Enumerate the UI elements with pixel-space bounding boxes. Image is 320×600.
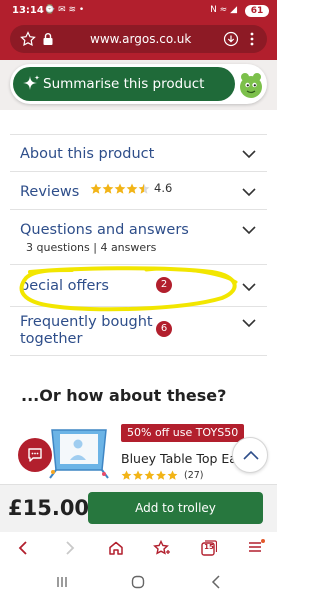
bookmarks-icon[interactable]: [153, 540, 171, 557]
chat-button[interactable]: [18, 438, 52, 472]
menu-icon[interactable]: [248, 540, 262, 554]
status-time: 13:14: [12, 5, 44, 16]
status-bar: 13:14 ⌚ ✉ ≋ • N ≈ ◢ 61: [0, 0, 277, 22]
chevron-down-icon: [242, 150, 256, 159]
system-nav: [0, 566, 277, 600]
scroll-to-top-button[interactable]: [232, 437, 268, 473]
product-price: £15.00: [8, 496, 90, 520]
fbt-count-badge: 6: [156, 321, 172, 337]
product-image[interactable]: [48, 424, 110, 480]
summarise-section: Summarise this product: [0, 60, 277, 110]
more-options-icon[interactable]: [245, 31, 259, 47]
chevron-down-icon: [242, 226, 256, 235]
url-text[interactable]: www.argos.co.uk: [90, 32, 191, 46]
chat-icon: [28, 448, 42, 462]
fbt-title-line1: Frequently bought: [20, 314, 153, 330]
accordion-about[interactable]: About this product: [10, 134, 267, 171]
back-icon[interactable]: [17, 540, 29, 556]
recommendations-heading: ...Or how about these?: [21, 386, 227, 405]
signal-icons: N ≈ ◢: [210, 5, 237, 15]
summarise-button[interactable]: Summarise this product: [13, 67, 235, 101]
reviews-title: Reviews: [20, 184, 80, 200]
notification-icons: ⌚ ✉ ≋ •: [44, 5, 85, 15]
bookmark-star-icon[interactable]: [20, 31, 36, 47]
browser-bottom-nav: 15: [0, 532, 277, 566]
chevron-down-icon: [242, 188, 256, 197]
mascot-icon: [240, 73, 262, 98]
chevron-up-icon: [243, 450, 259, 460]
reviews-rating: 4.6: [154, 181, 173, 195]
summarise-card: Summarise this product: [10, 64, 267, 104]
sparkle-icon: [23, 75, 40, 90]
about-title: About this product: [20, 146, 155, 162]
lock-icon[interactable]: [42, 32, 54, 46]
browser-chrome: 13:14 ⌚ ✉ ≋ • N ≈ ◢ 61 www.argos.co.uk: [0, 0, 277, 60]
system-back-icon[interactable]: [210, 575, 222, 589]
buy-bar: £15.00 Add to trolley: [0, 484, 277, 532]
menu-notification-dot: [261, 539, 265, 543]
chevron-down-icon: [242, 319, 256, 328]
forward-icon[interactable]: [64, 540, 76, 556]
download-icon[interactable]: [223, 31, 239, 47]
highlight-annotation: [19, 266, 238, 312]
add-to-trolley-button[interactable]: Add to trolley: [88, 492, 263, 524]
home-button-icon[interactable]: [131, 575, 145, 589]
summarise-label: Summarise this product: [43, 76, 205, 92]
qa-summary: 3 questions | 4 answers: [26, 241, 157, 254]
promo-badge: 50% off use TOYS50: [121, 424, 245, 442]
url-bar[interactable]: www.argos.co.uk: [10, 25, 267, 53]
rating-stars-icon: [90, 183, 150, 194]
home-icon[interactable]: [108, 540, 124, 556]
accordion-qa[interactable]: Questions and answers 3 questions | 4 an…: [10, 209, 267, 264]
tab-count: 15: [204, 543, 214, 551]
qa-title: Questions and answers: [20, 222, 189, 238]
product-stars-icon: [121, 470, 178, 480]
fbt-title-line2: together: [20, 331, 83, 347]
accordion-reviews[interactable]: Reviews 4.6: [10, 171, 267, 209]
battery-indicator: 61: [245, 5, 269, 17]
product-review-count: (27): [184, 470, 204, 481]
screen: 13:14 ⌚ ✉ ≋ • N ≈ ◢ 61 www.argos.co.uk S…: [0, 0, 277, 600]
recent-apps-icon[interactable]: [55, 575, 69, 589]
